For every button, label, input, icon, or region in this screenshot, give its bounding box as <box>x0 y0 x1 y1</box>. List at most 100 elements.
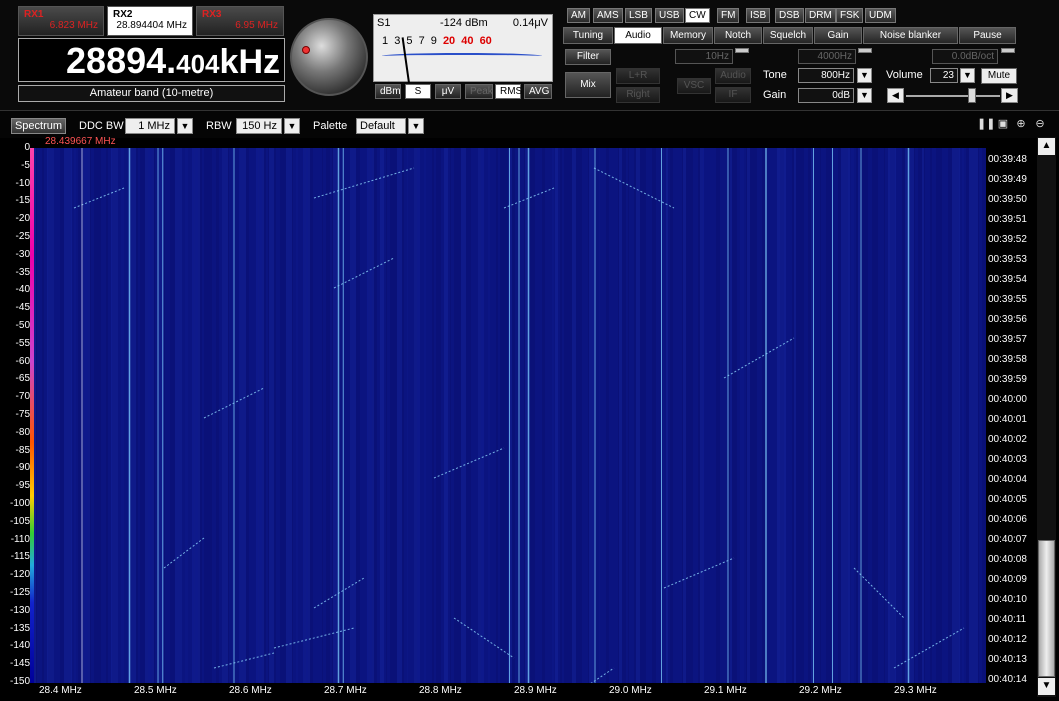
freq-tick: 29.2 MHz <box>799 685 842 696</box>
mode-drm[interactable]: DRM <box>805 8 836 23</box>
volume-field[interactable]: 23 <box>930 68 958 83</box>
tab-audio[interactable]: Audio <box>614 27 662 44</box>
scale-tick: 9 <box>430 35 437 47</box>
tab-pause[interactable]: Pause <box>959 27 1016 44</box>
ddc-bw-field[interactable]: 1 MHz <box>125 118 175 134</box>
time-tick: 00:40:09 <box>988 574 1027 585</box>
noise-band <box>969 148 978 683</box>
level-tick: -115 <box>10 551 30 563</box>
zoom-in-icon[interactable]: ⊕ <box>1014 118 1028 132</box>
mode-usb[interactable]: USB <box>655 8 684 23</box>
level-tick: -30 <box>15 248 30 260</box>
mute-button[interactable]: Mute <box>981 68 1017 84</box>
lr-button[interactable]: L+R <box>616 68 660 84</box>
gain-field[interactable]: 0dB <box>798 88 854 103</box>
if-button[interactable]: IF <box>715 87 751 103</box>
unit-dbm-button[interactable]: dBm <box>375 84 401 99</box>
scroll-thumb[interactable] <box>1038 540 1055 677</box>
noise-band <box>599 148 606 683</box>
unit-s-button[interactable]: S <box>405 84 431 99</box>
gain-dropdown-icon[interactable]: ▼ <box>857 88 872 103</box>
time-tick: 00:39:59 <box>988 374 1027 385</box>
waterfall-scrollbar[interactable]: ▲ ▼ <box>1037 137 1056 697</box>
frequency-display[interactable]: 28894.404kHz <box>18 38 285 82</box>
filter-low-handle[interactable] <box>735 48 749 53</box>
noise-band <box>148 148 152 683</box>
noise-band <box>195 148 198 683</box>
waterfall-display[interactable] <box>34 148 986 683</box>
noise-band <box>804 148 808 683</box>
tab-squelch[interactable]: Squelch <box>763 27 813 44</box>
time-tick: 00:40:03 <box>988 454 1027 465</box>
mode-lsb[interactable]: LSB <box>625 8 652 23</box>
right-button[interactable]: Right <box>616 87 660 103</box>
tab-tuning[interactable]: Tuning <box>563 27 613 44</box>
level-tick: -40 <box>15 284 30 296</box>
palette-field[interactable]: Default <box>356 118 406 134</box>
filter-button[interactable]: Filter <box>565 49 611 65</box>
audio-button[interactable]: Audio <box>715 68 751 84</box>
vsc-button[interactable]: VSC <box>677 78 711 94</box>
slope-field[interactable]: 0.0dB/oct <box>932 49 998 64</box>
filter-high-handle[interactable] <box>858 48 872 53</box>
tab-memory[interactable]: Memory <box>663 27 713 44</box>
rx1-tab[interactable]: RX1 6.823 MHz <box>18 6 104 36</box>
noise-band <box>572 148 576 683</box>
mode-ams[interactable]: AMS <box>593 8 623 23</box>
tab-notch[interactable]: Notch <box>714 27 762 44</box>
noise-band <box>212 148 216 683</box>
scroll-down-icon[interactable]: ▼ <box>1038 678 1055 695</box>
mode-dsb[interactable]: DSB <box>775 8 804 23</box>
avg-button[interactable]: AVG <box>524 84 552 99</box>
rbw-dropdown-icon[interactable]: ▼ <box>284 118 300 134</box>
mode-fm[interactable]: FM <box>717 8 740 23</box>
level-tick: -135 <box>9 622 30 634</box>
frequency-axis: 28.4 MHz 28.5 MHz 28.6 MHz 28.7 MHz 28.8 MHz… <box>34 683 986 701</box>
volume-right-icon[interactable]: ▶ <box>1001 88 1018 103</box>
marker-frequency: 28.439667 MHz <box>45 136 116 147</box>
pause-icon[interactable]: ❚❚ <box>977 118 995 132</box>
spectrum-button[interactable]: Spectrum <box>11 118 66 134</box>
slope-handle[interactable] <box>1001 48 1015 53</box>
zoom-out-icon[interactable]: ⊖ <box>1033 118 1047 132</box>
filter-low-field[interactable]: 10Hz <box>675 49 733 64</box>
volume-left-icon[interactable]: ◀ <box>887 88 904 103</box>
rx2-tab[interactable]: RX2 28.894404 MHz <box>107 6 193 36</box>
unit-uv-button[interactable]: μV <box>435 84 461 99</box>
volume-slider-thumb[interactable] <box>968 88 976 103</box>
level-tick: -140 <box>9 640 30 652</box>
freq-tick: 28.6 MHz <box>229 685 272 696</box>
tone-field[interactable]: 800Hz <box>798 68 854 83</box>
rms-button[interactable]: RMS <box>495 84 522 99</box>
noise-band <box>851 148 854 683</box>
save-icon[interactable]: ▣ <box>996 118 1010 132</box>
mode-am[interactable]: AM <box>567 8 590 23</box>
time-tick: 00:39:52 <box>988 234 1027 245</box>
mode-fsk[interactable]: FSK <box>836 8 864 23</box>
volume-dropdown-icon[interactable]: ▼ <box>960 68 975 83</box>
noise-band <box>323 148 326 683</box>
tuning-knob[interactable] <box>290 18 368 96</box>
level-tick: -15 <box>15 195 30 207</box>
rbw-field[interactable]: 150 Hz <box>236 118 282 134</box>
spectrum-toolbar: Spectrum DDC BW 1 MHz ▼ RBW 150 Hz ▼ Pal… <box>0 110 1059 138</box>
mode-isb[interactable]: ISB <box>746 8 771 23</box>
filter-high-field[interactable]: 4000Hz <box>798 49 856 64</box>
mix-button[interactable]: Mix <box>565 72 611 98</box>
tab-noise-blanker[interactable]: Noise blanker <box>863 27 958 44</box>
rx3-tab[interactable]: RX3 6.95 MHz <box>196 6 284 36</box>
smeter-scale: 1 3 5 7 9 20 40 60 <box>382 35 542 47</box>
palette-dropdown-icon[interactable]: ▼ <box>408 118 424 134</box>
mode-cw[interactable]: CW <box>685 8 710 23</box>
noise-band <box>444 148 448 683</box>
noise-band <box>582 148 588 683</box>
tone-dropdown-icon[interactable]: ▼ <box>857 68 872 83</box>
mode-udm[interactable]: UDM <box>865 8 896 23</box>
volume-slider-track[interactable] <box>906 95 1000 97</box>
noise-band <box>922 148 924 683</box>
peak-button[interactable]: Peak <box>465 84 493 99</box>
ddc-bw-dropdown-icon[interactable]: ▼ <box>177 118 193 134</box>
level-tick: -75 <box>15 409 30 420</box>
scroll-up-icon[interactable]: ▲ <box>1038 138 1055 155</box>
tab-gain[interactable]: Gain <box>814 27 862 44</box>
